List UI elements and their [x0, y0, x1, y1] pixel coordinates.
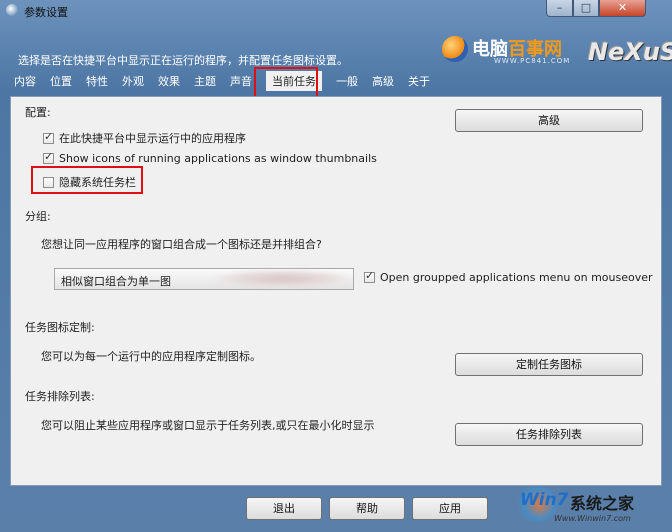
minimize-button[interactable]: – [546, 0, 573, 17]
maximize-icon: □ [580, 1, 592, 14]
show-thumbnails-checkbox[interactable]: Show icons of running applications as wi… [43, 150, 377, 165]
tab-advanced[interactable]: 高级 [372, 73, 394, 91]
nexus-logo: NeXuS [588, 38, 672, 66]
header-description: 选择是否在快捷平台中显示正在运行的程序，并配置任务图标设置。 [18, 54, 348, 67]
mouseover-menu-check[interactable] [364, 269, 375, 283]
tab-about[interactable]: 关于 [408, 73, 430, 91]
pc841-logo-url: WWW.PC841.COM [494, 57, 571, 65]
watermark-win7-text: Win7 [520, 490, 569, 510]
task-icon-heading: 任务图标定制: [25, 321, 95, 334]
customize-task-icon-button[interactable]: 定制任务图标 [455, 353, 643, 376]
win7-watermark: Win7 系统之家 Www.Winwin7.com [512, 486, 672, 532]
mouseover-menu-label: Open groupped applications menu on mouse… [380, 271, 653, 284]
close-icon: ✕ [617, 1, 628, 14]
tab-position[interactable]: 位置 [50, 73, 72, 91]
show-running-apps-check[interactable] [43, 130, 54, 144]
grouping-select[interactable]: 相似窗口组合为单一图 [54, 268, 354, 290]
tab-theme[interactable]: 主题 [194, 73, 216, 91]
app-icon [6, 4, 18, 16]
tab-general[interactable]: 一般 [336, 73, 358, 91]
tab-features[interactable]: 特性 [86, 73, 108, 91]
grouping-select-value: 相似窗口组合为单一图 [61, 275, 171, 288]
grouping-question: 您想让同一应用程序的窗口组合成一个图标还是并排组合? [41, 238, 322, 251]
tab-bar: 内容 位置 特性 外观 效果 主题 声音 当前任务 一般 高级 关于 [14, 71, 444, 91]
exclusion-heading: 任务排除列表: [25, 390, 95, 403]
exclusion-description: 您可以阻止某些应用程序或窗口显示于任务列表,或只在最小化时显示 [41, 419, 375, 432]
watermark-url: Www.Winwin7.com [554, 514, 631, 523]
show-running-apps-label: 在此快捷平台中显示运行中的应用程序 [59, 132, 246, 145]
show-thumbnails-check[interactable] [43, 150, 54, 164]
show-running-apps-checkbox[interactable]: 在此快捷平台中显示运行中的应用程序 [43, 130, 246, 146]
settings-window: 参数设置 – □ ✕ 选择是否在快捷平台中显示正在运行的程序，并配置任务图标设置… [0, 0, 672, 532]
tab-appearance[interactable]: 外观 [122, 73, 144, 91]
redacted-blur [215, 270, 350, 288]
pc841-logo-icon [442, 36, 468, 62]
hide-taskbar-highlight-box [31, 166, 143, 194]
minimize-icon: – [556, 1, 563, 14]
watermark-cn-text: 系统之家 [570, 494, 635, 513]
help-button[interactable]: 帮助 [329, 497, 405, 520]
window-title: 参数设置 [24, 6, 68, 19]
tab-sound[interactable]: 声音 [230, 73, 252, 91]
tab-content[interactable]: 内容 [14, 73, 36, 91]
apply-button[interactable]: 应用 [412, 497, 488, 520]
config-heading: 配置: [25, 106, 51, 119]
close-button[interactable]: ✕ [599, 0, 646, 17]
pc841-logo: 电脑百事网 WWW.PC841.COM [442, 30, 587, 70]
show-thumbnails-label: Show icons of running applications as wi… [59, 152, 377, 165]
task-exclusion-list-button[interactable]: 任务排除列表 [455, 423, 643, 446]
advanced-button[interactable]: 高级 [455, 109, 643, 132]
task-icon-description: 您可以为每一个运行中的应用程序定制图标。 [41, 350, 261, 363]
tab-effects[interactable]: 效果 [158, 73, 180, 91]
title-bar[interactable]: 参数设置 – □ ✕ [0, 0, 672, 22]
mouseover-menu-checkbox[interactable]: Open groupped applications menu on mouse… [364, 269, 653, 284]
grouping-heading: 分组: [25, 210, 51, 223]
exit-button[interactable]: 退出 [246, 497, 322, 520]
current-tasks-panel: 配置: 高级 在此快捷平台中显示运行中的应用程序 Show icons of r… [10, 96, 662, 486]
maximize-button[interactable]: □ [573, 0, 599, 17]
